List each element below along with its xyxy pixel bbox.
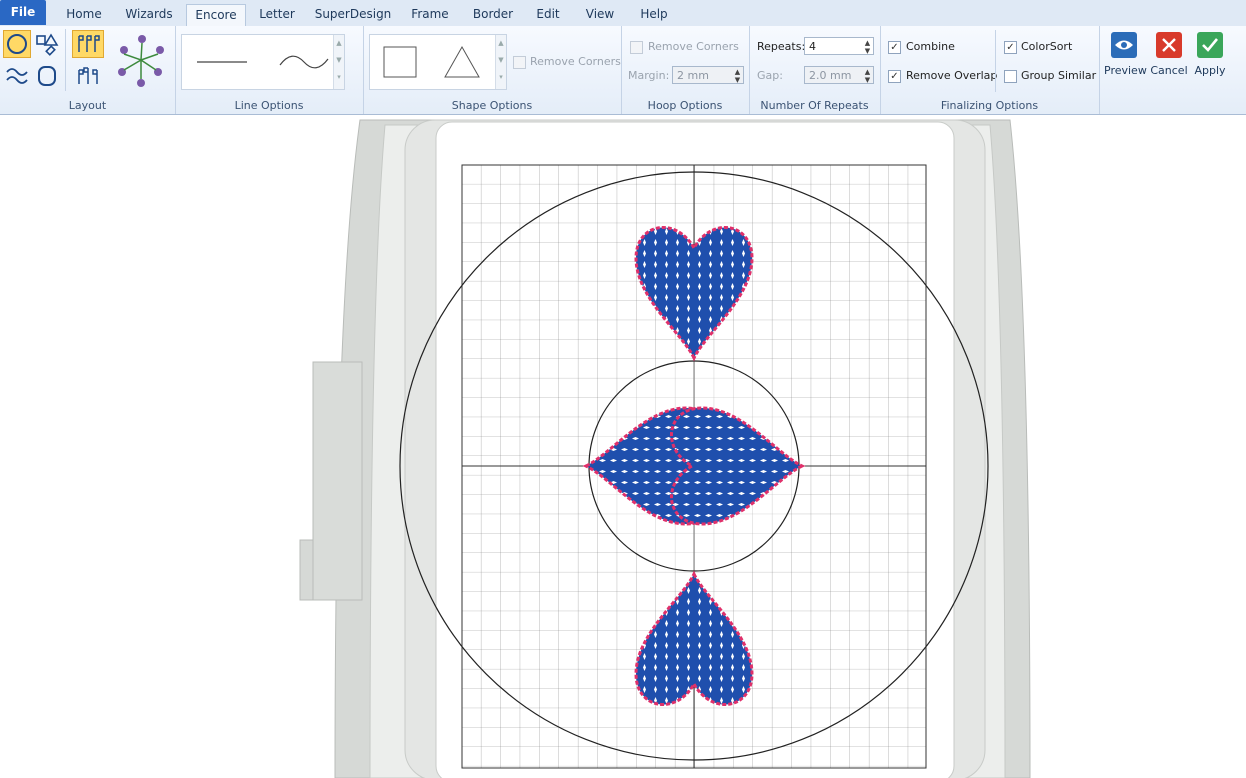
octagon-layout-button[interactable] (33, 62, 61, 90)
group-label-layout: Layout (68, 99, 107, 112)
line-gallery: ▲ ▼ ▾ (181, 34, 345, 90)
group-similar-checkbox[interactable] (1004, 70, 1017, 83)
tab-file[interactable]: File (0, 0, 46, 25)
cancel-button[interactable]: Cancel (1149, 32, 1189, 77)
cancel-label: Cancel (1150, 64, 1188, 77)
tab-home[interactable]: Home (56, 4, 112, 26)
flower-design-icon (118, 35, 164, 87)
gap-value: 2.0 mm (809, 69, 852, 82)
gap-label: Gap: (757, 69, 783, 82)
apply-button[interactable]: Apply (1190, 32, 1230, 77)
margin-up-icon[interactable]: ▲ (733, 68, 742, 76)
circle-layout-button[interactable] (3, 30, 31, 58)
colorsort-checkbox[interactable]: ✓ (1004, 41, 1017, 54)
group-line-options: ▲ ▼ ▾ Line Options (175, 26, 364, 114)
colorsort-label: ColorSort (1021, 40, 1073, 53)
group-label-shape-options: Shape Options (451, 99, 533, 112)
stitch-direction-button-1[interactable] (72, 30, 104, 58)
shape-remove-corners-checkbox[interactable] (513, 56, 526, 69)
apply-label: Apply (1194, 64, 1226, 77)
group-finalizing-options: ✓ Combine ✓ Remove Overlap ✓ ColorSort G… (880, 26, 1100, 114)
repeats-down-icon[interactable]: ▼ (863, 47, 872, 55)
group-shape-options: ▲ ▼ ▾ Remove Corners Shape Options (363, 26, 622, 114)
group-hoop-options: Remove Corners Margin: 2 mm ▲ ▼ Hoop Opt… (621, 26, 750, 114)
group-number-of-repeats: Repeats: 4 ▲ ▼ Gap: 2.0 mm ▲ ▼ Number Of… (749, 26, 881, 114)
group-label-hoop-options: Hoop Options (647, 99, 723, 112)
repeats-up-icon[interactable]: ▲ (863, 39, 872, 47)
margin-label: Margin: (628, 69, 670, 82)
preview-button[interactable]: Preview (1104, 32, 1147, 77)
tab-wizards[interactable]: Wizards (118, 4, 180, 26)
checkmark-icon (1197, 32, 1223, 58)
repeats-spinner[interactable]: 4 ▲ ▼ (804, 37, 874, 55)
tab-help[interactable]: Help (632, 4, 676, 26)
hoop-remove-corners-label: Remove Corners (648, 40, 739, 53)
circle-icon (7, 34, 27, 54)
gap-spinner[interactable]: 2.0 mm ▲ ▼ (804, 66, 874, 84)
close-icon (1156, 32, 1182, 58)
tab-letter[interactable]: Letter (250, 4, 304, 26)
hoop-workspace[interactable] (0, 115, 1246, 778)
group-label-number-of-repeats: Number Of Repeats (760, 99, 869, 112)
design-canvas[interactable] (0, 115, 1246, 778)
shapes-icon (36, 33, 59, 56)
tab-frame[interactable]: Frame (404, 4, 456, 26)
shape-gallery-scroll[interactable]: ▲ ▼ ▾ (495, 35, 506, 89)
group-label-line-options: Line Options (234, 99, 304, 112)
tab-edit[interactable]: Edit (528, 4, 568, 26)
group-layout: Layout (0, 26, 176, 114)
group-label-finalizing-options: Finalizing Options (940, 99, 1039, 112)
layout-divider (65, 29, 66, 91)
tab-view[interactable]: View (578, 4, 622, 26)
octagon-icon (38, 66, 56, 86)
margin-down-icon[interactable]: ▼ (733, 76, 742, 84)
tab-border[interactable]: Border (464, 4, 522, 26)
ribbon-tab-bar: File Home Wizards Encore Letter SuperDes… (0, 0, 1246, 27)
triangle-shape-icon[interactable] (442, 44, 482, 80)
shape-remove-corners-label: Remove Corners (530, 55, 621, 68)
tab-encore[interactable]: Encore (186, 4, 246, 27)
shapes-layout-button[interactable] (33, 30, 61, 58)
remove-overlap-label: Remove Overlap (906, 69, 998, 82)
eye-icon (1111, 32, 1137, 58)
ribbon-panel: Layout ▲ ▼ ▾ Line Options ▲ ▼ ▾ Remove Corne… (0, 26, 1246, 115)
wave-layout-button[interactable] (3, 62, 31, 90)
margin-value: 2 mm (677, 69, 709, 82)
remove-overlap-checkbox[interactable]: ✓ (888, 70, 901, 83)
margin-spinner[interactable]: 2 mm ▲ ▼ (672, 66, 744, 84)
combine-label: Combine (906, 40, 955, 53)
stitch-direction-button-2[interactable] (72, 62, 104, 90)
preview-label: Preview (1104, 64, 1147, 77)
gap-down-icon[interactable]: ▼ (863, 76, 872, 84)
tab-superdesign[interactable]: SuperDesign (310, 4, 396, 26)
mirror-flags-icon (78, 67, 98, 84)
gap-up-icon[interactable]: ▲ (863, 68, 872, 76)
shape-gallery: ▲ ▼ ▾ (369, 34, 507, 90)
repeats-value: 4 (809, 40, 816, 53)
finalizing-divider (995, 30, 996, 92)
square-shape-icon[interactable] (380, 44, 420, 80)
design-thumbnail-button[interactable] (110, 30, 170, 92)
curve-line-icon[interactable] (272, 47, 332, 77)
wave-icon (6, 68, 28, 84)
group-similar-label: Group Similar (1021, 69, 1097, 82)
repeats-label: Repeats: (757, 40, 806, 53)
combine-checkbox[interactable]: ✓ (888, 41, 901, 54)
straight-line-icon[interactable] (192, 47, 252, 77)
flags-icon (78, 35, 100, 52)
line-gallery-scroll[interactable]: ▲ ▼ ▾ (333, 35, 344, 89)
hoop-remove-corners-checkbox[interactable] (630, 41, 643, 54)
